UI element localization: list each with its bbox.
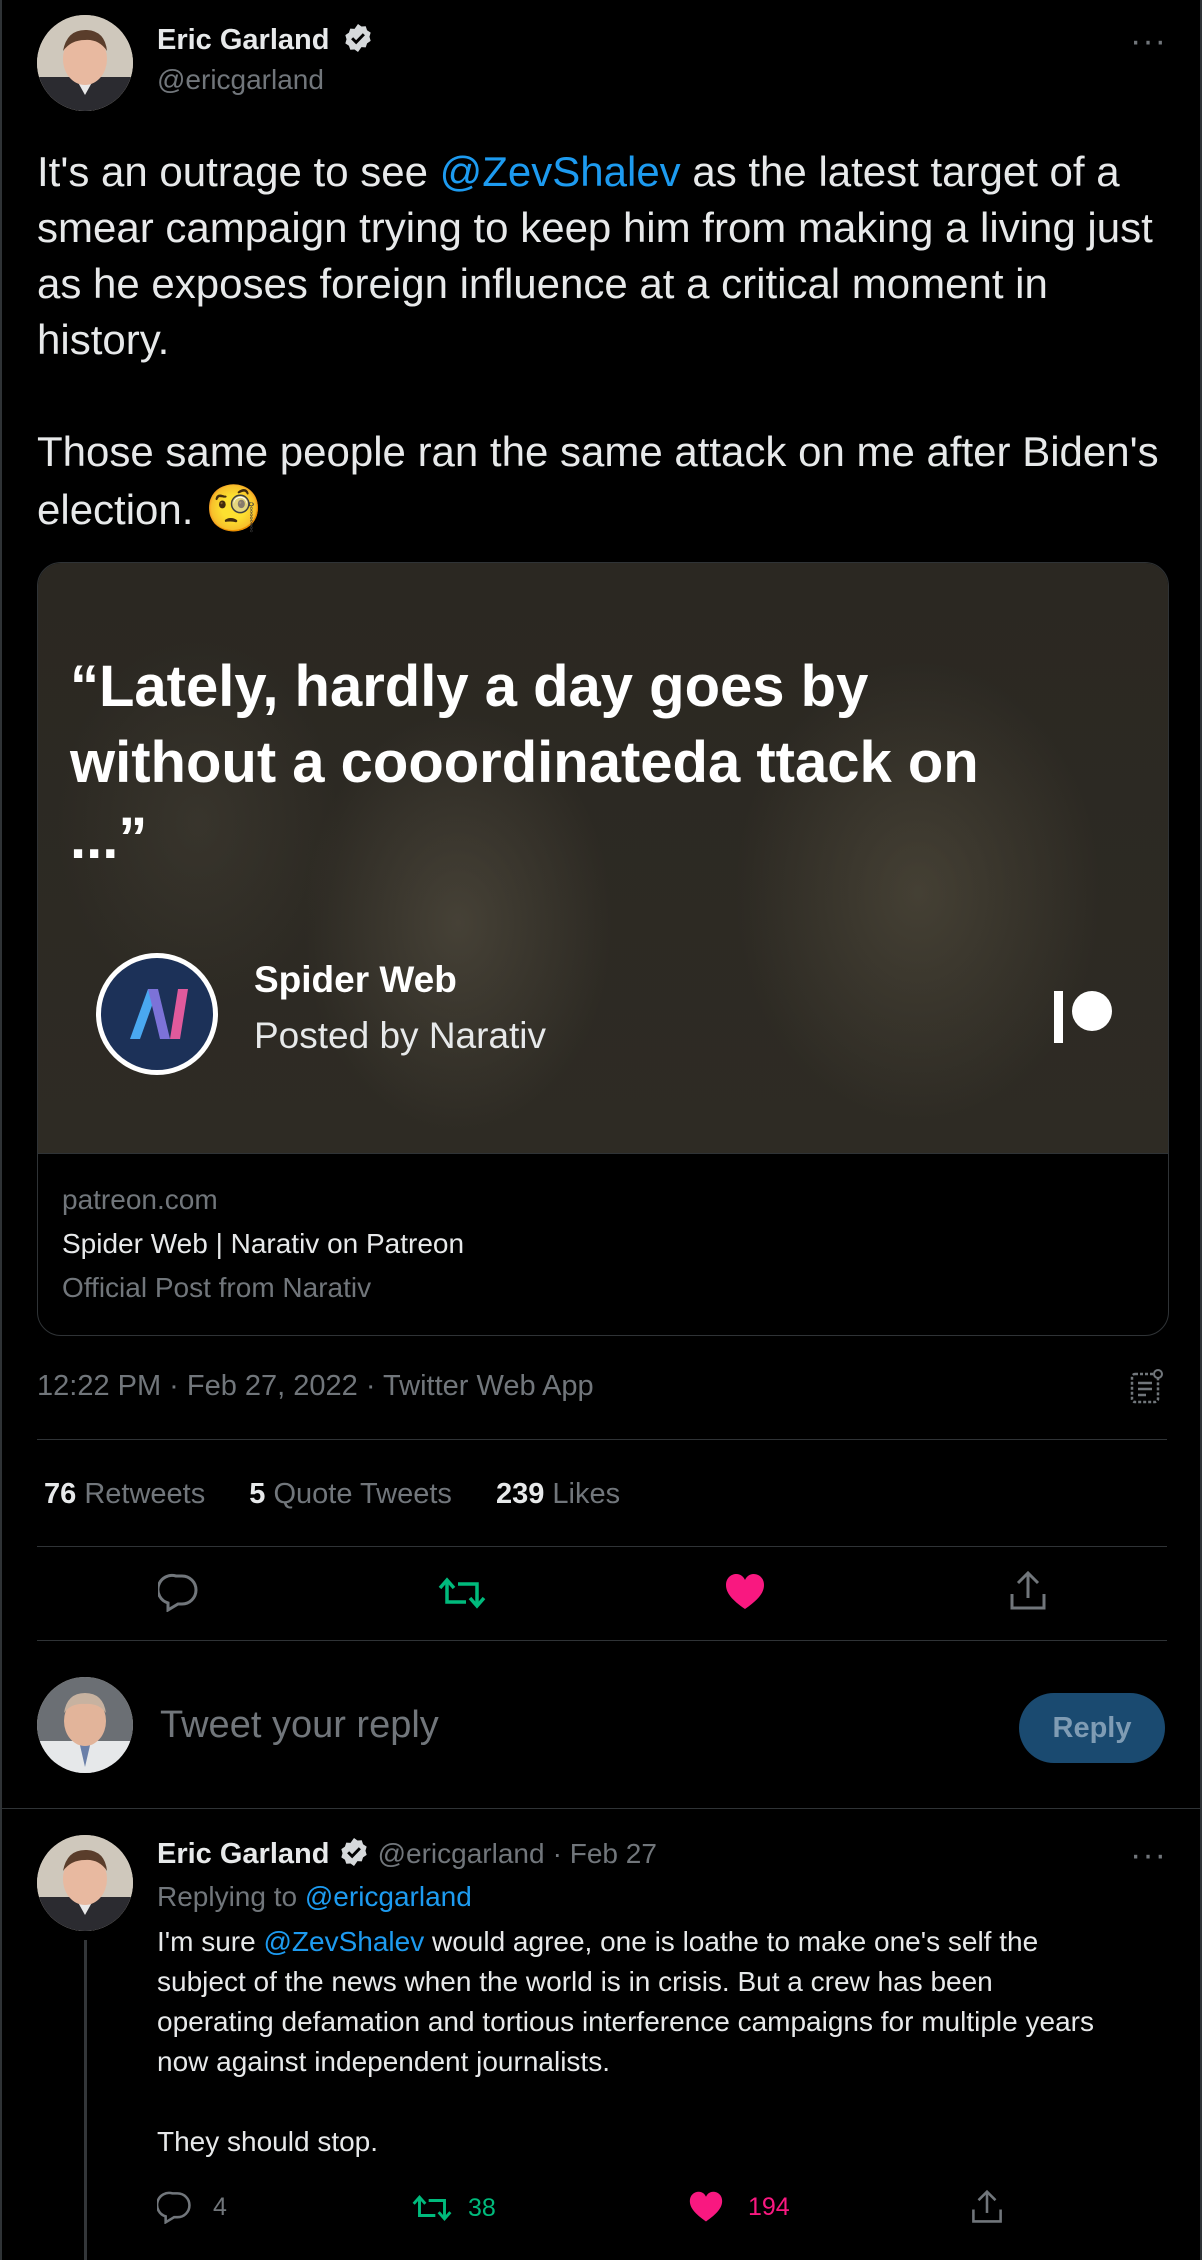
quote-tweets-stat[interactable]: 5 Quote Tweets [249, 1478, 452, 1510]
stats-row: 76 Retweets 5 Quote Tweets 239 Likes [44, 1478, 620, 1511]
card-title: Spider Web | Narativ on Patreon [62, 1228, 465, 1259]
analytics-icon[interactable] [1130, 1368, 1164, 1409]
retweets-label: Retweets [84, 1478, 206, 1510]
retweets-stat[interactable]: 76 Retweets [44, 1478, 205, 1510]
reply-text: I'm sure @ZevShalev would agree, one is … [157, 1922, 1117, 2082]
tweet-text: It's an outrage to see @ZevShalev as the… [37, 144, 1167, 368]
reply-author-handle[interactable]: @ericgarland [378, 1838, 545, 1869]
verified-badge-icon [340, 1838, 367, 1867]
card-description: Official Post from Narativ [62, 1272, 372, 1303]
like-count: 194 [748, 2192, 790, 2221]
reply-action[interactable]: 4 [157, 2190, 227, 2224]
author-avatar[interactable] [37, 15, 133, 111]
narativ-logo-icon [96, 953, 218, 1075]
card-image[interactable]: “Lately, hardly a day goes by without a … [38, 563, 1168, 1153]
share-icon[interactable] [1008, 1570, 1048, 1617]
card-posted-by: Posted by Narativ [254, 1015, 547, 1056]
reply-input[interactable]: Tweet your reply [160, 1704, 439, 1747]
card-creator-name: Spider Web [254, 959, 457, 1000]
mention-link[interactable]: @ZevShalev [440, 148, 681, 195]
retweet-icon [412, 2194, 452, 2222]
card-quote: “Lately, hardly a day goes by without a … [70, 654, 979, 871]
replying-to-label: Replying to [157, 1881, 298, 1912]
retweet-action[interactable]: 38 [412, 2192, 496, 2224]
patreon-logo-icon [1054, 987, 1114, 1050]
monocle-face-emoji: 🧐 [205, 482, 263, 534]
reply-date[interactable]: · Feb 27 [553, 1838, 657, 1869]
card-footer[interactable]: patreon.com Spider Web | Narativ on Patr… [38, 1153, 1168, 1335]
reply-count: 4 [213, 2192, 227, 2221]
tweet-text-part: It's an outrage to see [37, 148, 440, 195]
link-card[interactable]: “Lately, hardly a day goes by without a … [37, 562, 1169, 1336]
retweet-icon[interactable] [438, 1574, 486, 1617]
divider [2, 1808, 1200, 1809]
verified-badge-icon [344, 24, 371, 53]
divider [37, 1439, 1167, 1440]
thread-line [84, 1940, 87, 2260]
card-domain: patreon.com [62, 1184, 218, 1215]
divider [37, 1640, 1167, 1641]
reply-header: Eric Garland @ericgarland · Feb 27 [157, 1838, 657, 1871]
reply-text-part: I'm sure [157, 1926, 264, 1957]
author-name[interactable]: Eric Garland [157, 24, 374, 57]
likes-label: Likes [552, 1478, 621, 1510]
current-user-avatar[interactable] [37, 1677, 133, 1773]
like-action[interactable]: 194 [688, 2190, 790, 2224]
quote-tweets-count: 5 [249, 1478, 266, 1510]
reply-icon [157, 2191, 191, 2224]
retweets-count: 76 [44, 1478, 77, 1510]
retweet-count: 38 [468, 2193, 496, 2222]
replying-to: Replying to @ericgarland [157, 1881, 472, 1913]
like-icon [689, 2191, 723, 2222]
quote-tweets-label: Quote Tweets [273, 1478, 452, 1510]
divider [37, 1546, 1167, 1547]
likes-count: 239 [495, 1478, 545, 1510]
share-icon[interactable] [970, 2189, 1004, 2230]
more-icon[interactable]: ··· [1130, 22, 1167, 61]
reply-author-name[interactable]: Eric Garland [157, 1838, 329, 1870]
likes-stat[interactable]: 239 Likes [496, 1478, 620, 1510]
tweet-timestamp[interactable]: 12:22 PM · Feb 27, 2022 · Twitter Web Ap… [37, 1370, 594, 1403]
tweet-text-paragraph-2: Those same people ran the same attack on… [37, 424, 1167, 538]
replying-to-mention[interactable]: @ericgarland [305, 1881, 472, 1912]
reply-button[interactable]: Reply [1019, 1693, 1165, 1763]
like-icon[interactable] [724, 1572, 766, 1617]
reply-author-avatar[interactable] [37, 1835, 133, 1931]
author-name-text[interactable]: Eric Garland [157, 24, 329, 56]
reply-text-paragraph-2: They should stop. [157, 2126, 379, 2157]
reply-icon[interactable] [156, 1572, 200, 1617]
more-icon[interactable]: ··· [1130, 1836, 1167, 1875]
author-handle[interactable]: @ericgarland [157, 64, 324, 96]
mention-link[interactable]: @ZevShalev [263, 1926, 424, 1957]
